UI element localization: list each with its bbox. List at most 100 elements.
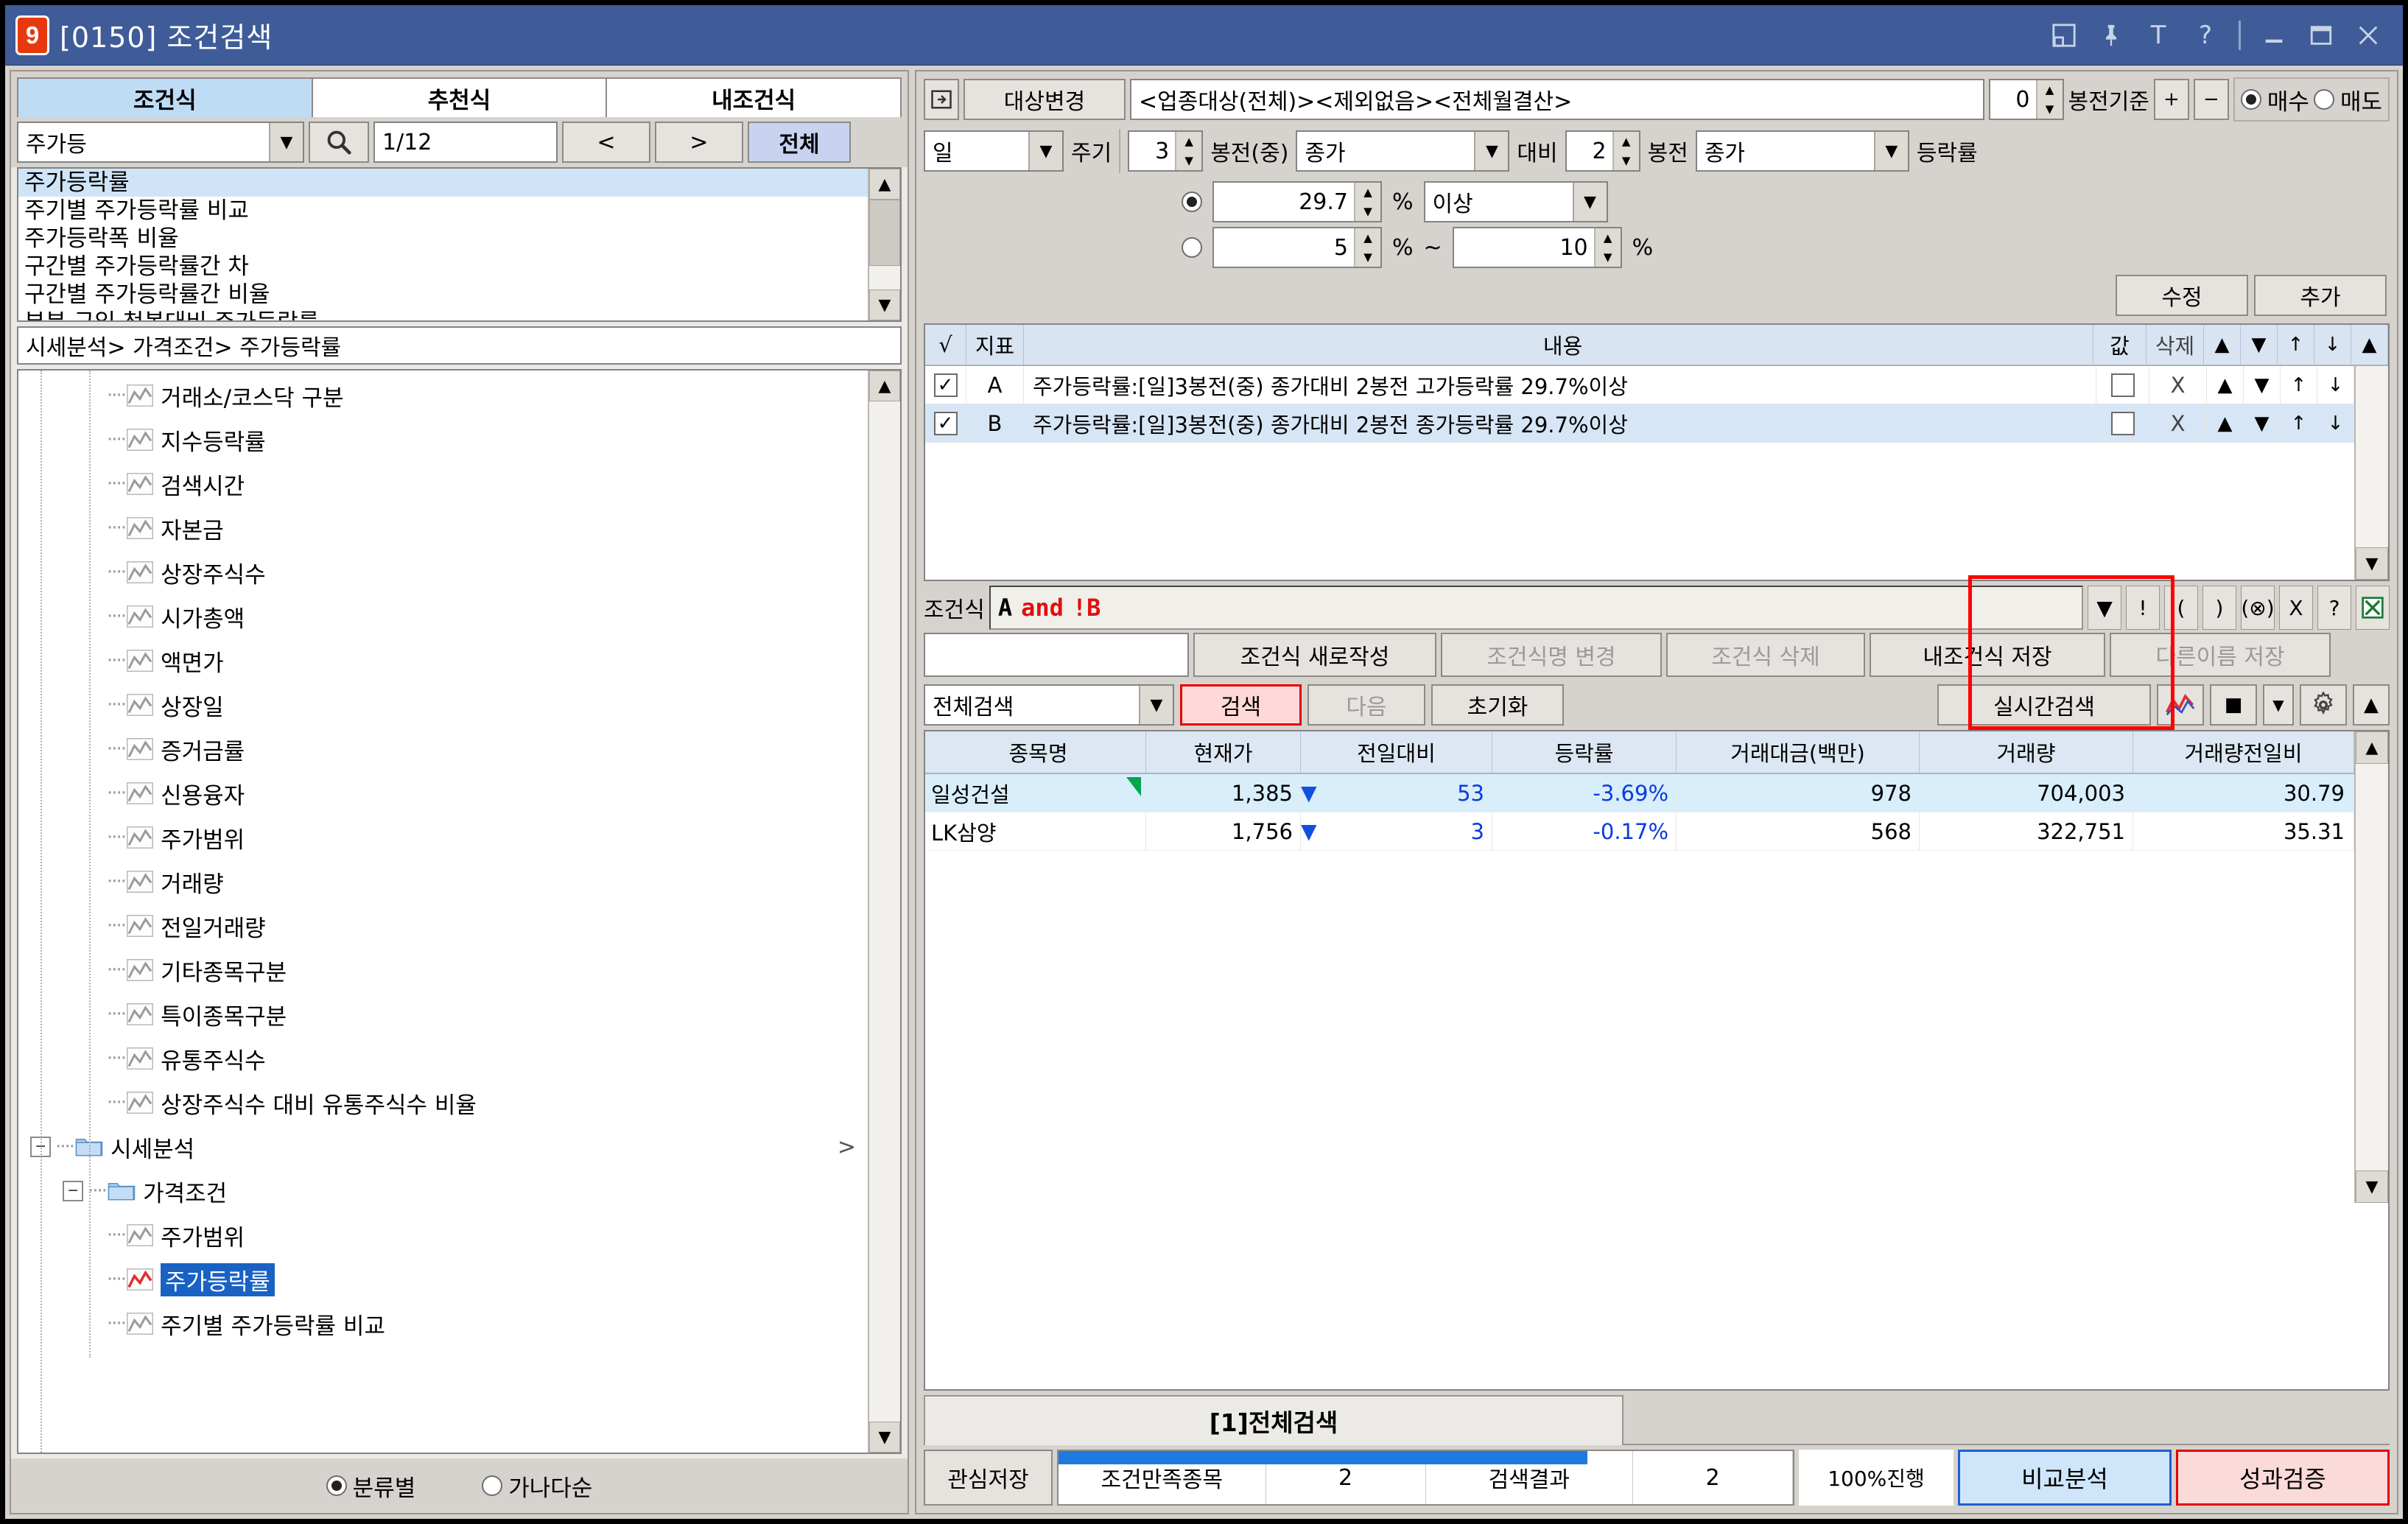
help-icon[interactable]: ? [2191,21,2219,50]
stepper-up-icon[interactable]: ▲ [1355,228,1380,247]
scroll-up-icon[interactable]: ▲ [2356,731,2388,764]
scroll-up-icon[interactable]: ▲ [2353,684,2390,726]
realtime-search-button[interactable]: 실시간검색 [1937,684,2151,726]
row-up[interactable]: ↑ [2281,404,2317,442]
chevron-down-icon[interactable]: ▼ [2263,684,2294,726]
panel-expand-icon[interactable] [924,79,959,120]
row-up-bold[interactable]: ▲ [2207,366,2244,404]
row-checkbox[interactable]: ✓ [925,366,966,404]
tree-expand-chevron[interactable]: > [838,1134,868,1160]
stepper-down-icon[interactable]: ▼ [1176,151,1202,170]
tree-item-5[interactable]: ···· 시가총액 [18,594,868,639]
new-formula-button[interactable]: 조건식 새로작성 [1193,633,1436,677]
threshold-stepper[interactable]: 29.7 ▲ ▼ [1212,181,1382,222]
search-button[interactable]: 검색 [1180,684,1302,726]
row-down-bold[interactable]: ▼ [2244,404,2281,442]
bars-before-stepper[interactable]: 3 ▲ ▼ [1128,130,1204,172]
stepper-down-icon[interactable]: ▼ [1613,151,1639,170]
col-up-bold[interactable]: ▲ [2204,325,2241,365]
next-page-button[interactable]: > [655,122,743,163]
target-value-field[interactable]: <업종대상(전체)><제외없음><전체월결산> [1130,79,1984,120]
formula-dropdown-icon[interactable]: ▼ [2088,586,2121,630]
radio-by-alphabet[interactable]: 가나다순 [482,1469,592,1503]
tree-item-0[interactable]: ···· 거래소/코스닥 구분 [18,373,868,418]
close-icon[interactable] [2354,21,2382,49]
formula-open-paren-button[interactable]: ( [2164,586,2198,630]
radio-sell[interactable]: 매도 [2313,83,2382,116]
radio-range[interactable] [1182,237,1202,258]
stepper-down-icon[interactable]: ▼ [1355,247,1380,267]
row-up-bold[interactable]: ▲ [2207,404,2244,442]
list-item[interactable]: 구간별 주가등락률간 비율 [18,281,868,309]
tree-item-2[interactable]: ···· 검색시간 [18,462,868,506]
formula-close-paren-button[interactable]: ) [2202,586,2236,630]
scroll-down-icon[interactable]: ▼ [869,1422,900,1453]
tab-naejosiksik[interactable]: 내조건식 [605,77,902,117]
stepper-up-icon[interactable]: ▲ [1176,132,1202,151]
row-up[interactable]: ↑ [2281,366,2317,404]
delete-formula-button[interactable]: 조건식 삭제 [1666,633,1865,677]
stepper-up-icon[interactable]: ▲ [1595,228,1621,247]
scroll-up-icon[interactable]: ▲ [869,169,900,200]
tree-item-6[interactable]: ···· 액면가 [18,639,868,683]
tree-item-16[interactable]: ···· 상장주식수 대비 유통주식수 비율 [18,1081,868,1125]
scroll-down-icon[interactable]: ▼ [2356,547,2388,580]
tree-item-13[interactable]: ···· 기타종목구분 [18,948,868,992]
formula-name-field[interactable] [924,633,1189,677]
performance-verify-button[interactable]: 성과검증 [2176,1450,2390,1506]
category-tree[interactable]: ···· 거래소/코스닥 구분 ···· 지수등락률 ···· 검색시간 ···· 자본금 ··… [17,369,902,1454]
chevron-down-icon[interactable]: ▼ [1139,686,1173,724]
formula-input[interactable]: A and !B [989,586,2083,630]
save-watchlist-button[interactable]: 관심저장 [924,1450,1053,1506]
scroll-thumb[interactable] [869,200,900,266]
stepper-up-icon[interactable]: ▲ [2037,80,2063,99]
tab-chucheonsik[interactable]: 추천식 [311,77,608,117]
search-icon-button[interactable] [309,122,369,163]
stepper-down-icon[interactable]: ▼ [2037,99,2063,119]
col-up[interactable]: ↑ [2278,325,2314,365]
plus-button[interactable]: + [2153,79,2189,120]
tree-item-21[interactable]: ···· 주기별 주가등락률 비교 [18,1302,868,1346]
tree-item-12[interactable]: ···· 전일거래량 [18,904,868,948]
tree-item-7[interactable]: ···· 상장일 [18,683,868,727]
minus-button[interactable]: − [2193,79,2229,120]
category-dropdown[interactable]: 주가등 ▼ [17,122,304,163]
row-delete-button[interactable]: X [2149,366,2207,404]
row-checkbox[interactable]: ✓ [925,404,966,442]
conditions-scrollbar[interactable]: ▼ [2354,366,2388,580]
minimize-icon[interactable] [2260,21,2288,49]
tab-all-search[interactable]: [1]전체검색 [924,1395,1624,1445]
condition-list[interactable]: 주가등락률 주기별 주가등락률 비교 주가등락폭 비율 구간별 주가등락률간 차… [17,167,902,322]
stepper-down-icon[interactable]: ▼ [1355,202,1380,221]
row-down[interactable]: ↓ [2317,404,2354,442]
save-as-formula-button[interactable]: 다른이름 저장 [2110,633,2331,677]
all-button[interactable]: 전체 [748,122,851,163]
tree-item-14[interactable]: ···· 특이종목구분 [18,992,868,1036]
scroll-down-icon[interactable]: ▼ [869,289,900,320]
tree-item-15[interactable]: ···· 유통주식수 [18,1036,868,1081]
chevron-down-icon[interactable]: ▼ [1474,132,1509,170]
tree-item-9[interactable]: ···· 신용융자 [18,771,868,815]
chevron-down-icon[interactable]: ▼ [269,123,303,161]
pin-icon[interactable] [2097,21,2125,49]
bar-offset-stepper[interactable]: 0 ▲ ▼ [1988,79,2064,120]
tree-item-4[interactable]: ···· 상장주식수 [18,550,868,594]
list-item[interactable]: 부분 구입 첫봉대비 주가등락률 [18,309,868,320]
chevron-down-icon[interactable]: ▼ [1873,132,1908,170]
stepper-up-icon[interactable]: ▲ [1355,183,1380,202]
tree-item-19[interactable]: ···· 주가범위 [18,1213,868,1257]
stop-icon[interactable]: ■ [2210,684,2257,726]
compare-dropdown[interactable]: 이상 ▼ [1423,181,1608,222]
period-dropdown[interactable]: 일 ▼ [924,130,1064,172]
compare-analysis-button[interactable]: 비교분석 [1958,1450,2172,1506]
list-item[interactable]: 구간별 주가등락률간 차 [18,253,868,281]
chevron-down-icon[interactable]: ▼ [1572,183,1607,221]
row-value-checkbox[interactable] [2096,366,2149,404]
stepper-up-icon[interactable]: ▲ [1613,132,1639,151]
table-row[interactable]: ✓ B 주가등락률:[일]3봉전(중) 종가대비 2봉전 종가등락률 29.7%… [925,404,2354,443]
row-value-checkbox[interactable] [2096,404,2149,442]
text-icon[interactable]: T [2144,21,2172,50]
col-down[interactable]: ↓ [2314,325,2351,365]
rename-formula-button[interactable]: 조건식명 변경 [1441,633,1662,677]
row-delete-button[interactable]: X [2149,404,2207,442]
